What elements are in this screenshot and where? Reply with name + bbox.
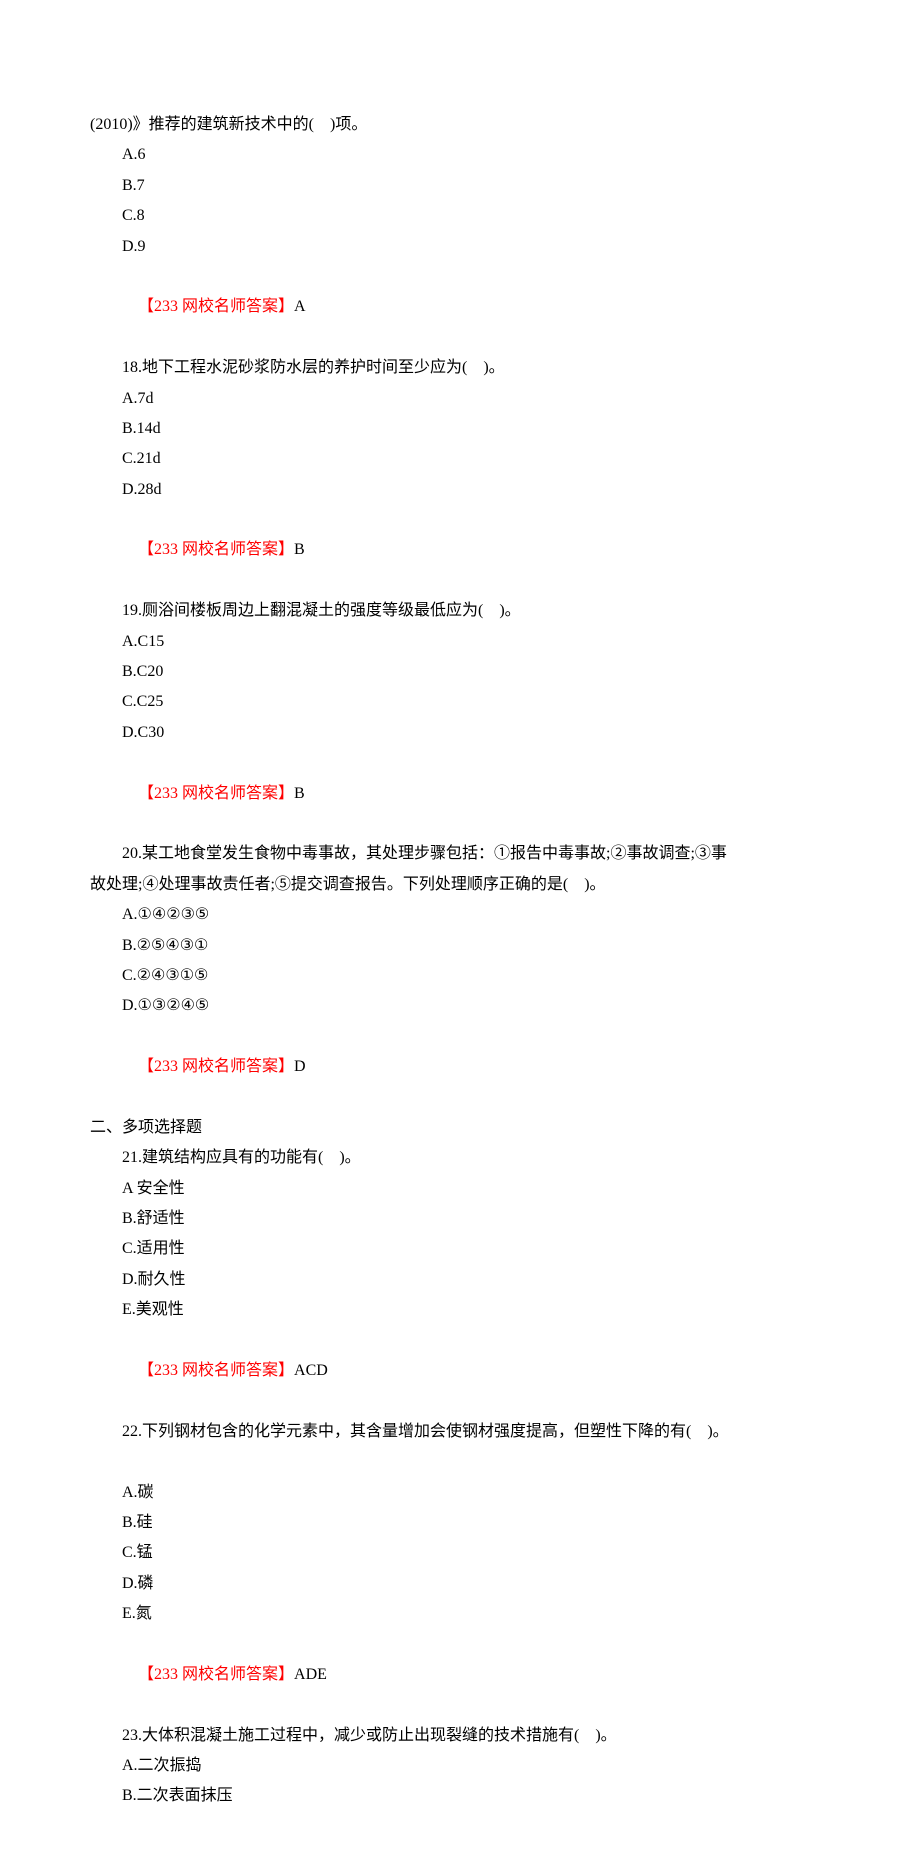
q22-answer-label: 【233 网校名师答案】 xyxy=(138,1666,294,1683)
q22-option-a: A.碳 xyxy=(90,1478,830,1508)
q21-answer: 【233 网校名师答案】ACD xyxy=(90,1326,830,1417)
q21-answer-value: ACD xyxy=(294,1362,328,1379)
q22-option-d: D.磷 xyxy=(90,1569,830,1599)
blank-line xyxy=(90,1447,830,1477)
q18-option-d: D.28d xyxy=(90,475,830,505)
q23-stem: 23.大体积混凝土施工过程中，减少或防止出现裂缝的技术措施有( )。 xyxy=(90,1721,830,1751)
q21-option-b: B.舒适性 xyxy=(90,1204,830,1234)
q20-option-d: D.①③②④⑤ xyxy=(90,991,830,1021)
q17-option-d: D.9 xyxy=(90,232,830,262)
q17-answer-label: 【233 网校名师答案】 xyxy=(138,298,294,315)
q22-answer: 【233 网校名师答案】ADE xyxy=(90,1630,830,1721)
q21-stem: 21.建筑结构应具有的功能有( )。 xyxy=(90,1143,830,1173)
q17-option-c: C.8 xyxy=(90,201,830,231)
q23-option-b: B.二次表面抹压 xyxy=(90,1781,830,1811)
q18-option-b: B.14d xyxy=(90,414,830,444)
q19-option-a: A.C15 xyxy=(90,627,830,657)
section-2-heading: 二、多项选择题 xyxy=(90,1113,830,1143)
q20-answer: 【233 网校名师答案】D xyxy=(90,1022,830,1113)
header-continuation-line: (2010)》推荐的建筑新技术中的( )项。 xyxy=(90,110,830,140)
q19-option-b: B.C20 xyxy=(90,657,830,687)
q23-option-a: A.二次振捣 xyxy=(90,1751,830,1781)
q18-answer: 【233 网校名师答案】B xyxy=(90,505,830,596)
q19-option-c: C.C25 xyxy=(90,687,830,717)
q19-answer-value: B xyxy=(294,785,305,802)
q22-option-b: B.硅 xyxy=(90,1508,830,1538)
q19-option-d: D.C30 xyxy=(90,718,830,748)
q20-answer-label: 【233 网校名师答案】 xyxy=(138,1058,294,1075)
q21-option-d: D.耐久性 xyxy=(90,1265,830,1295)
q22-option-c: C.锰 xyxy=(90,1538,830,1568)
q21-option-e: E.美观性 xyxy=(90,1295,830,1325)
q20-option-c: C.②④③①⑤ xyxy=(90,961,830,991)
q21-option-a: A 安全性 xyxy=(90,1174,830,1204)
document-page: (2010)》推荐的建筑新技术中的( )项。 A.6 B.7 C.8 D.9 【… xyxy=(0,0,920,1872)
q19-answer-label: 【233 网校名师答案】 xyxy=(138,785,294,802)
q22-option-e: E.氮 xyxy=(90,1599,830,1629)
q18-option-a: A.7d xyxy=(90,384,830,414)
q22-stem: 22.下列钢材包含的化学元素中，其含量增加会使钢材强度提高，但塑性下降的有( )… xyxy=(90,1417,830,1447)
q19-answer: 【233 网校名师答案】B xyxy=(90,748,830,839)
q17-option-b: B.7 xyxy=(90,171,830,201)
q20-answer-value: D xyxy=(294,1058,306,1075)
q17-option-a: A.6 xyxy=(90,140,830,170)
q18-answer-label: 【233 网校名师答案】 xyxy=(138,541,294,558)
q17-answer-value: A xyxy=(294,298,306,315)
q18-option-c: C.21d xyxy=(90,444,830,474)
q19-stem: 19.厕浴间楼板周边上翻混凝土的强度等级最低应为( )。 xyxy=(90,596,830,626)
q20-stem-line2: 故处理;④处理事故责任者;⑤提交调查报告。下列处理顺序正确的是( )。 xyxy=(90,870,830,900)
q17-answer: 【233 网校名师答案】A xyxy=(90,262,830,353)
q20-option-a: A.①④②③⑤ xyxy=(90,900,830,930)
q18-answer-value: B xyxy=(294,541,305,558)
q18-stem: 18.地下工程水泥砂浆防水层的养护时间至少应为( )。 xyxy=(90,353,830,383)
q22-answer-value: ADE xyxy=(294,1666,327,1683)
q21-option-c: C.适用性 xyxy=(90,1234,830,1264)
q20-option-b: B.②⑤④③① xyxy=(90,931,830,961)
q20-stem-line1: 20.某工地食堂发生食物中毒事故，其处理步骤包括：①报告中毒事故;②事故调查;③… xyxy=(90,839,830,869)
q21-answer-label: 【233 网校名师答案】 xyxy=(138,1362,294,1379)
